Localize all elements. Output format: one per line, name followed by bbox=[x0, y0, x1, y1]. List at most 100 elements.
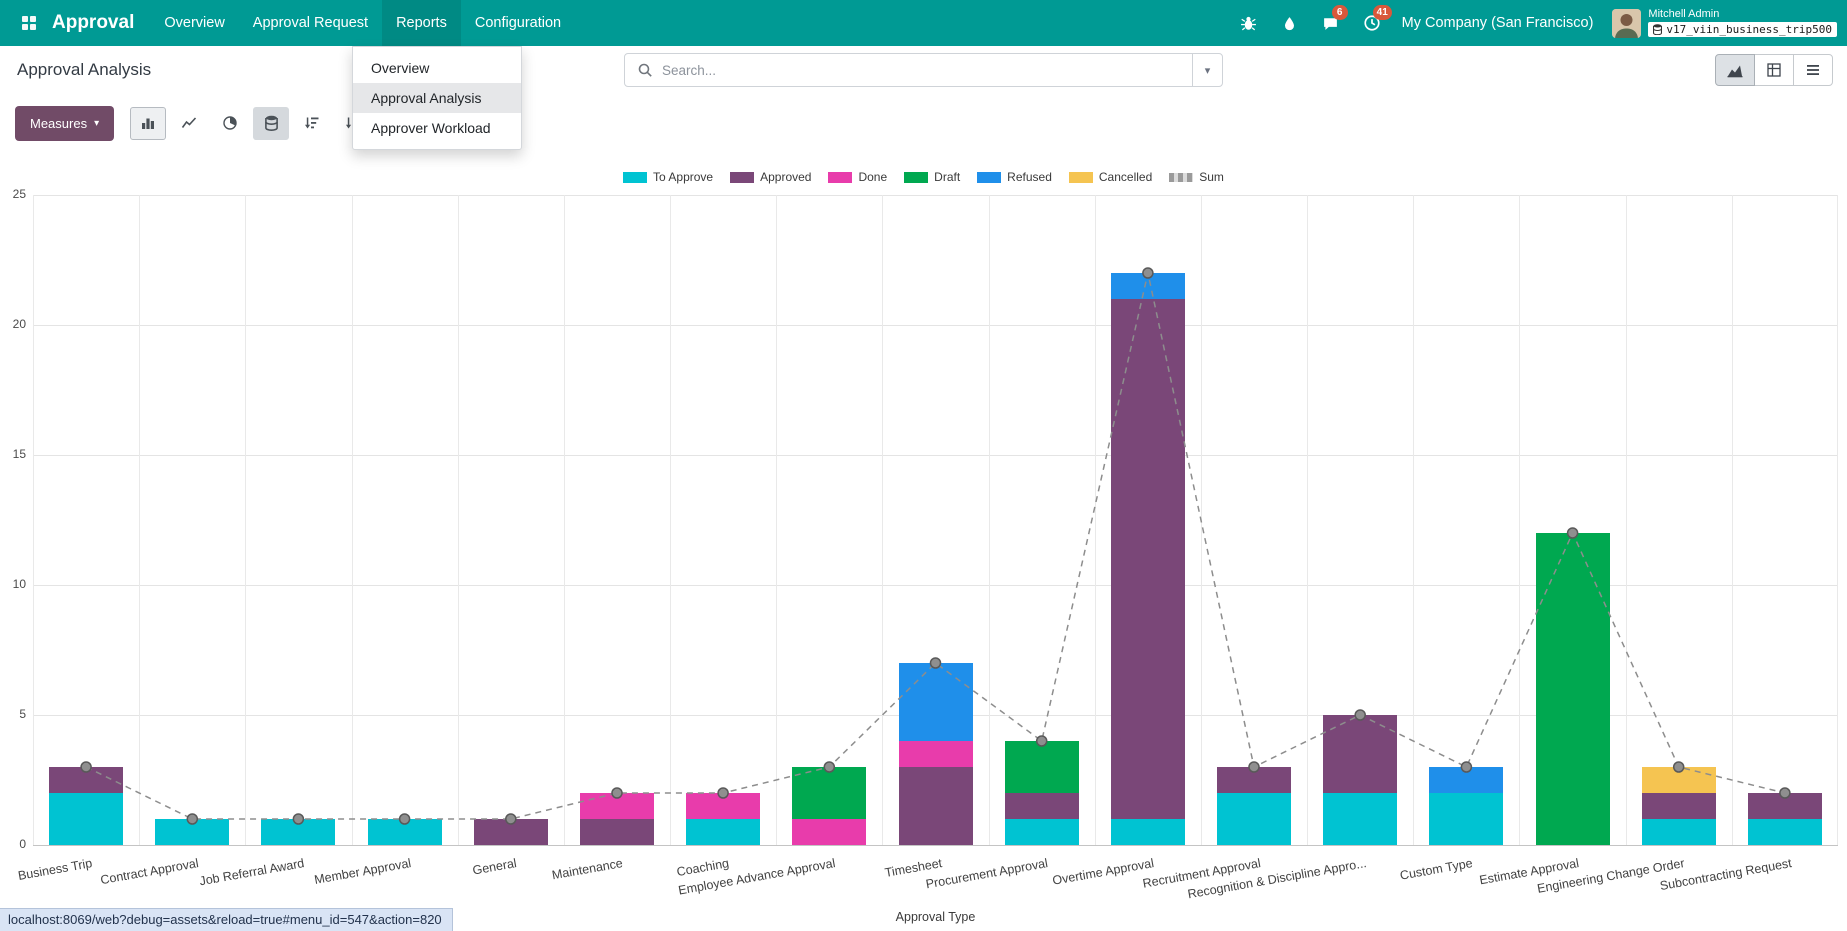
control-panel: Approval Analysis ▾ bbox=[0, 46, 1847, 94]
legend-label: Approved bbox=[760, 170, 811, 184]
nav-item-reports[interactable]: Reports bbox=[382, 0, 461, 46]
legend-item-cancelled[interactable]: Cancelled bbox=[1069, 170, 1152, 184]
y-tick-label: 15 bbox=[0, 447, 26, 461]
sum-point[interactable] bbox=[931, 658, 941, 668]
sum-point[interactable] bbox=[1674, 762, 1684, 772]
activities-clock-icon[interactable]: 41 bbox=[1361, 12, 1383, 34]
messages-badge: 6 bbox=[1332, 5, 1348, 20]
pie-chart-button[interactable] bbox=[212, 107, 248, 140]
legend-swatch bbox=[1169, 173, 1193, 182]
pivot-view-button[interactable] bbox=[1754, 54, 1794, 86]
bug-icon[interactable] bbox=[1238, 12, 1260, 34]
list-view-button[interactable] bbox=[1793, 54, 1833, 86]
sum-point[interactable] bbox=[1780, 788, 1790, 798]
sum-point[interactable] bbox=[187, 814, 197, 824]
bar-chart-icon bbox=[140, 115, 156, 131]
y-tick-label: 10 bbox=[0, 577, 26, 591]
reports-dropdown-menu: OverviewApproval AnalysisApprover Worklo… bbox=[352, 46, 522, 150]
legend-item-refused[interactable]: Refused bbox=[977, 170, 1052, 184]
sum-point[interactable] bbox=[506, 814, 516, 824]
measures-button[interactable]: Measures▾ bbox=[15, 106, 114, 141]
x-tick-label: Contract Approval bbox=[99, 856, 199, 887]
apps-grid-icon[interactable] bbox=[12, 0, 46, 46]
search-box: ▾ bbox=[624, 53, 1223, 87]
chart-type-group bbox=[130, 107, 371, 140]
dropdown-item-overview[interactable]: Overview bbox=[353, 53, 521, 83]
nav-item-overview[interactable]: Overview bbox=[150, 0, 238, 46]
graph-view-button[interactable] bbox=[1715, 54, 1755, 86]
x-tick-label: Maintenance bbox=[551, 856, 624, 882]
dropdown-item-approval-analysis[interactable]: Approval Analysis bbox=[353, 83, 521, 113]
sum-point[interactable] bbox=[612, 788, 622, 798]
sum-point[interactable] bbox=[1249, 762, 1259, 772]
x-tick-label: Recognition & Discipline Appro... bbox=[1186, 856, 1367, 901]
caret-down-icon: ▾ bbox=[94, 118, 99, 129]
top-navbar: Approval OverviewApproval RequestReports… bbox=[0, 0, 1847, 46]
legend-swatch bbox=[977, 172, 1001, 183]
legend-item-done[interactable]: Done bbox=[828, 170, 887, 184]
stacked-icon bbox=[264, 115, 279, 131]
sum-point[interactable] bbox=[1568, 528, 1578, 538]
legend-label: Done bbox=[858, 170, 887, 184]
activities-badge: 41 bbox=[1373, 5, 1392, 20]
sum-point[interactable] bbox=[1143, 268, 1153, 278]
x-tick-label: Member Approval bbox=[313, 856, 412, 887]
sort-desc-button[interactable] bbox=[294, 107, 330, 140]
legend-swatch bbox=[828, 172, 852, 183]
x-tick-label: General bbox=[472, 856, 518, 878]
sum-line bbox=[33, 195, 1838, 845]
sum-point[interactable] bbox=[81, 762, 91, 772]
search-input[interactable] bbox=[662, 63, 1192, 78]
sum-point[interactable] bbox=[1355, 710, 1365, 720]
x-tick-label: Custom Type bbox=[1399, 856, 1474, 883]
user-menu[interactable]: Mitchell Admin v17_viin_business_trip500 bbox=[1612, 9, 1837, 38]
user-meta: Mitchell Admin v17_viin_business_trip500 bbox=[1648, 9, 1837, 37]
nav-item-approval-request[interactable]: Approval Request bbox=[239, 0, 382, 46]
sum-point[interactable] bbox=[1037, 736, 1047, 746]
sum-point[interactable] bbox=[824, 762, 834, 772]
avatar bbox=[1612, 9, 1641, 38]
search-dropdown-toggle[interactable]: ▾ bbox=[1192, 54, 1222, 86]
messages-icon[interactable]: 6 bbox=[1320, 12, 1342, 34]
gridline-horizontal bbox=[33, 845, 1838, 846]
x-tick-label: Job Referral Award bbox=[199, 856, 306, 888]
sum-point[interactable] bbox=[718, 788, 728, 798]
bar-chart-button[interactable] bbox=[130, 107, 166, 140]
pivot-view-icon bbox=[1766, 62, 1782, 78]
legend-item-approved[interactable]: Approved bbox=[730, 170, 811, 184]
legend-swatch bbox=[1069, 172, 1093, 183]
x-tick-label: Procurement Approval bbox=[925, 856, 1049, 891]
y-tick-label: 0 bbox=[0, 837, 26, 851]
dropdown-item-approver-workload[interactable]: Approver Workload bbox=[353, 113, 521, 143]
legend-item-sum[interactable]: Sum bbox=[1169, 170, 1224, 184]
legend-swatch bbox=[904, 172, 928, 183]
y-tick-label: 5 bbox=[0, 707, 26, 721]
company-switcher[interactable]: My Company (San Francisco) bbox=[1402, 15, 1594, 31]
sum-point[interactable] bbox=[400, 814, 410, 824]
x-axis-labels: Business TripContract ApprovalJob Referr… bbox=[33, 849, 1838, 909]
nav-item-configuration[interactable]: Configuration bbox=[461, 0, 575, 46]
sum-point[interactable] bbox=[293, 814, 303, 824]
legend-item-to-approve[interactable]: To Approve bbox=[623, 170, 713, 184]
sort-desc-icon bbox=[304, 115, 320, 131]
database-tag: v17_viin_business_trip500 bbox=[1648, 22, 1837, 37]
legend-label: To Approve bbox=[653, 170, 713, 184]
view-switcher bbox=[1716, 54, 1833, 86]
legend-label: Sum bbox=[1199, 170, 1224, 184]
graph-view-icon bbox=[1726, 62, 1744, 78]
legend-item-draft[interactable]: Draft bbox=[904, 170, 960, 184]
legend-swatch bbox=[730, 172, 754, 183]
sum-point[interactable] bbox=[1461, 762, 1471, 772]
line-chart-button[interactable] bbox=[171, 107, 207, 140]
legend-swatch bbox=[623, 172, 647, 183]
stacked-button[interactable] bbox=[253, 107, 289, 140]
graph-toolbar: Measures▾ bbox=[0, 94, 1847, 152]
droplet-icon[interactable] bbox=[1279, 12, 1301, 34]
chart-legend: To Approve Approved Done Draft Refused Cancel… bbox=[0, 170, 1847, 184]
app-name[interactable]: Approval bbox=[52, 12, 134, 34]
y-tick-label: 20 bbox=[0, 317, 26, 331]
main-menu: OverviewApproval RequestReportsConfigura… bbox=[150, 0, 575, 46]
user-name: Mitchell Admin bbox=[1648, 9, 1719, 20]
search-icon bbox=[625, 62, 662, 78]
legend-label: Draft bbox=[934, 170, 960, 184]
